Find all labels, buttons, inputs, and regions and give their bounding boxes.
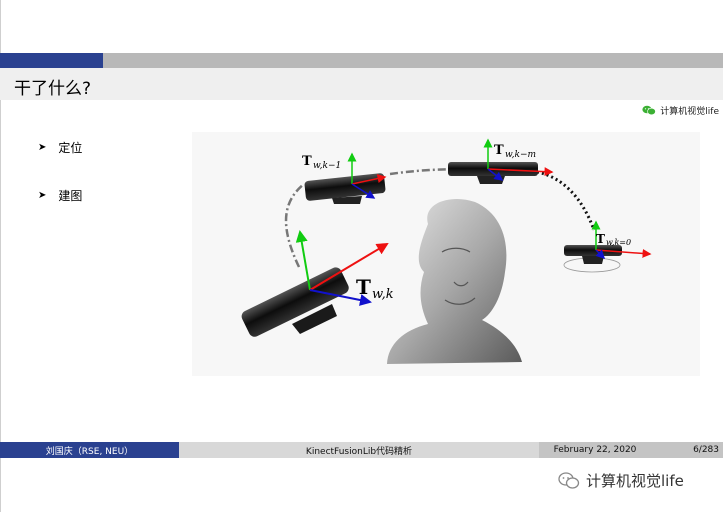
wechat-tag-label: 计算机视觉life <box>660 107 719 117</box>
bullet-item: ➤ 定位 <box>38 139 82 156</box>
wechat-icon <box>642 105 657 116</box>
svg-text:T: T <box>596 232 605 246</box>
wechat-icon <box>558 471 580 489</box>
header-bar <box>103 53 723 68</box>
watermark: 计算机视觉life <box>558 470 684 491</box>
footer-date: February 22, 2020 <box>539 442 651 458</box>
bullet-arrow-icon: ➤ <box>38 142 47 153</box>
footer-page-number: 6/283 <box>651 442 723 458</box>
slide-footer: 刘国庆（RSE, NEU） KinectFusionLib代码精析 Februa… <box>0 442 723 458</box>
svg-text:w,k=0: w,k=0 <box>606 238 631 247</box>
bullet-item: ➤ 建图 <box>38 187 82 204</box>
kinectfusion-figure: T w,k−1 T w,k−m T w,k=0 T w,k <box>192 132 700 376</box>
slide-title: 干了什么? <box>14 79 92 99</box>
footer-title: KinectFusionLib代码精析 <box>179 442 539 458</box>
title-band <box>0 68 723 100</box>
svg-text:T: T <box>494 143 504 158</box>
bullet-label: 建图 <box>58 189 83 203</box>
header-bar-accent <box>0 53 103 68</box>
svg-text:w,k−1: w,k−1 <box>313 161 341 171</box>
bullet-label: 定位 <box>58 141 83 155</box>
svg-text:w,k−m: w,k−m <box>505 150 536 160</box>
svg-text:T: T <box>302 154 312 169</box>
bullet-arrow-icon: ➤ <box>38 190 47 201</box>
svg-text:w,k: w,k <box>372 287 394 302</box>
svg-text:T: T <box>356 275 371 299</box>
footer-author: 刘国庆（RSE, NEU） <box>0 442 179 458</box>
watermark-label: 计算机视觉life <box>586 472 684 490</box>
wechat-tag: 计算机视觉life <box>642 104 719 117</box>
